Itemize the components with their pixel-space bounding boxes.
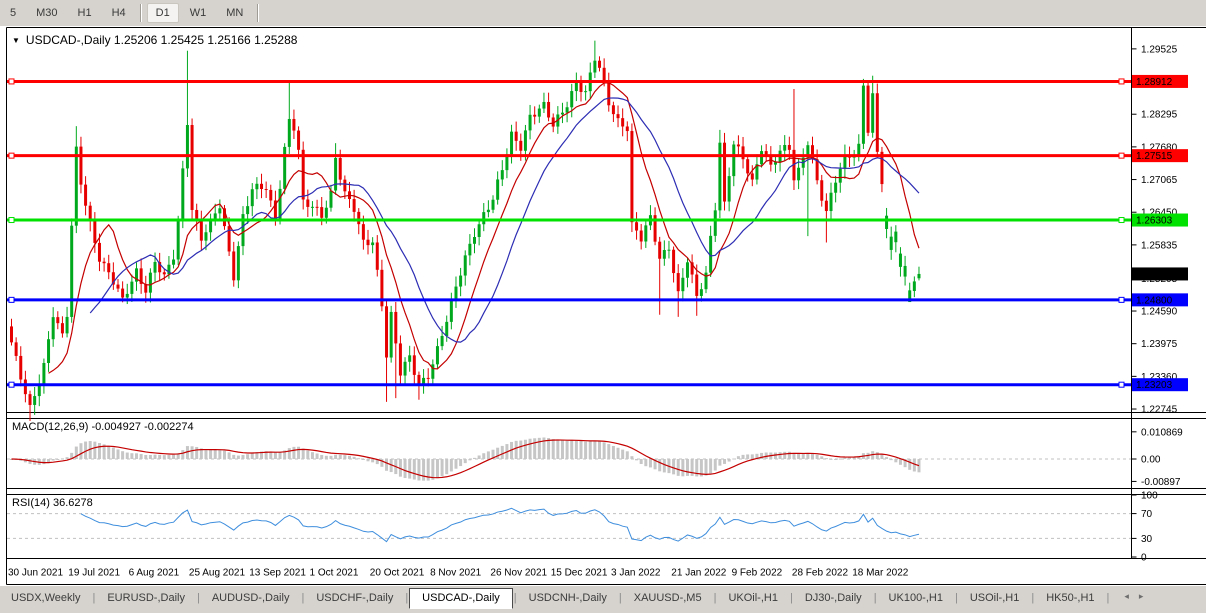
line-handle[interactable] bbox=[1118, 381, 1125, 388]
chart-tab-usoil-h1[interactable]: USOil-,H1 bbox=[959, 589, 1031, 608]
date-label: 8 Nov 2021 bbox=[430, 568, 482, 579]
chart-canvas[interactable]: 1.295251.282951.276801.270651.264501.258… bbox=[0, 26, 1206, 586]
timeframe-button-w1[interactable]: W1 bbox=[181, 3, 216, 23]
chart-tab-xauusd-m5[interactable]: XAUUSD-,M5 bbox=[623, 589, 713, 608]
chart-tab-uk100-h1[interactable]: UK100-,H1 bbox=[878, 589, 954, 608]
chart-tab-dj30-daily[interactable]: DJ30-,Daily bbox=[794, 589, 873, 608]
svg-text:1.27515: 1.27515 bbox=[1136, 151, 1173, 162]
price-chart-plot[interactable] bbox=[10, 40, 921, 421]
svg-text:0.00: 0.00 bbox=[1141, 455, 1161, 466]
macd-panel-plot[interactable] bbox=[7, 437, 1131, 481]
svg-text:1.24800: 1.24800 bbox=[1136, 295, 1173, 306]
svg-text:1.24590: 1.24590 bbox=[1141, 307, 1178, 318]
price-axis[interactable]: 1.295251.282951.276801.270651.264501.258… bbox=[1131, 44, 1189, 416]
svg-text:1.28912: 1.28912 bbox=[1136, 77, 1173, 88]
line-handle[interactable] bbox=[1118, 217, 1125, 224]
horizontal-lines[interactable] bbox=[7, 78, 1131, 388]
date-label: 21 Jan 2022 bbox=[671, 568, 726, 579]
line-handle[interactable] bbox=[8, 152, 15, 159]
date-label: 15 Dec 2021 bbox=[551, 568, 608, 579]
timeframe-button-mn[interactable]: MN bbox=[217, 3, 252, 23]
date-label: 20 Oct 2021 bbox=[370, 568, 425, 579]
svg-text:0: 0 bbox=[1141, 553, 1147, 564]
svg-text:1.29525: 1.29525 bbox=[1141, 44, 1178, 55]
rsi-indicator-label: RSI(14) 36.6278 bbox=[12, 497, 93, 509]
rsi-axis[interactable]: 100 70 30 0 bbox=[1131, 490, 1159, 564]
timeframe-button-m30[interactable]: M30 bbox=[27, 3, 66, 23]
date-label: 25 Aug 2021 bbox=[189, 568, 246, 579]
date-label: 26 Nov 2021 bbox=[490, 568, 547, 579]
svg-text:30: 30 bbox=[1141, 534, 1153, 545]
svg-text:-0.00897: -0.00897 bbox=[1141, 477, 1181, 488]
chart-tab-eurusd-daily[interactable]: EURUSD-,Daily bbox=[96, 589, 196, 608]
line-handle[interactable] bbox=[8, 78, 15, 85]
chart-tab-bar: USDX,Weekly | EURUSD-,Daily | AUDUSD-,Daily |… bbox=[0, 586, 1206, 613]
date-label: 3 Jan 2022 bbox=[611, 568, 661, 579]
chart-window[interactable]: 1.29525 1.28295 1.27680 1.27065 1.26450 1.258… bbox=[0, 26, 1206, 586]
chart-title-text: USDCAD-,Daily 1.25206 1.25425 1.25166 1.… bbox=[25, 33, 298, 47]
date-label: 6 Aug 2021 bbox=[129, 568, 180, 579]
line-handle[interactable] bbox=[8, 381, 15, 388]
line-handle[interactable] bbox=[1118, 296, 1125, 303]
timeframe-button-d1[interactable]: D1 bbox=[146, 3, 179, 23]
timeframe-button-h4[interactable]: H4 bbox=[103, 3, 135, 23]
svg-text:1.23203: 1.23203 bbox=[1136, 380, 1173, 391]
toolbar-separator bbox=[139, 4, 142, 22]
symbol-dropdown-icon[interactable]: ▼ bbox=[12, 36, 20, 45]
date-label: 1 Oct 2021 bbox=[310, 568, 359, 579]
timeframe-toolbar: 5 M30 H1 H4 D1 W1 MN bbox=[0, 0, 1206, 26]
svg-text:1.23975: 1.23975 bbox=[1141, 339, 1178, 350]
chart-tab-usdx-weekly[interactable]: USDX,Weekly bbox=[0, 589, 91, 608]
tab-scroll-left-icon[interactable]: ◂ bbox=[1124, 591, 1129, 602]
svg-text:1.27065: 1.27065 bbox=[1141, 175, 1178, 186]
date-label: 18 Mar 2022 bbox=[852, 568, 909, 579]
tab-scroll-arrows: ◂ ▸ bbox=[1124, 591, 1143, 602]
date-label: 28 Feb 2022 bbox=[792, 568, 849, 579]
toolbar-separator bbox=[257, 4, 260, 22]
timeframe-button-h1[interactable]: H1 bbox=[69, 3, 101, 23]
chart-tab-audusd-daily[interactable]: AUDUSD-,Daily bbox=[201, 589, 301, 608]
svg-text:1.28295: 1.28295 bbox=[1141, 110, 1178, 121]
svg-text:1.26303: 1.26303 bbox=[1136, 216, 1173, 227]
chart-tab-hk50-h1[interactable]: HK50-,H1 bbox=[1035, 589, 1105, 608]
date-label: 19 Jul 2021 bbox=[68, 568, 120, 579]
date-label: 30 Jun 2021 bbox=[8, 568, 63, 579]
line-handle[interactable] bbox=[8, 217, 15, 224]
chart-tab-usdcnh-daily[interactable]: USDCNH-,Daily bbox=[518, 589, 618, 608]
chart-tab-ukoil-h1[interactable]: UKOil-,H1 bbox=[717, 589, 789, 608]
svg-text:70: 70 bbox=[1141, 509, 1153, 520]
date-label: 13 Sep 2021 bbox=[249, 568, 306, 579]
svg-text:100: 100 bbox=[1141, 490, 1158, 501]
macd-indicator-label: MACD(12,26,9) -0.004927 -0.002274 bbox=[12, 421, 194, 433]
chart-tab-usdchf-daily[interactable]: USDCHF-,Daily bbox=[305, 589, 404, 608]
date-label: 9 Feb 2022 bbox=[732, 568, 783, 579]
tab-separator: | bbox=[1106, 592, 1110, 604]
line-handle[interactable] bbox=[8, 296, 15, 303]
rsi-panel-plot[interactable] bbox=[7, 507, 1131, 543]
chart-title: ▼ USDCAD-,Daily 1.25206 1.25425 1.25166 1… bbox=[12, 33, 297, 47]
chart-tab-usdcad-daily[interactable]: USDCAD-,Daily bbox=[409, 587, 513, 609]
svg-text:1.22745: 1.22745 bbox=[1141, 405, 1178, 416]
panel-frames bbox=[6, 27, 1206, 585]
svg-text:0.010869: 0.010869 bbox=[1141, 427, 1183, 438]
tab-scroll-right-icon[interactable]: ▸ bbox=[1139, 591, 1144, 602]
line-handle[interactable] bbox=[1118, 78, 1125, 85]
line-handle[interactable] bbox=[1118, 152, 1125, 159]
current-price-text: 1.25288 bbox=[1136, 269, 1173, 280]
chart-tabs: USDX,Weekly | EURUSD-,Daily | AUDUSD-,Daily |… bbox=[0, 587, 1110, 609]
timeframe-button-5[interactable]: 5 bbox=[1, 3, 25, 23]
mt4-terminal: 5 M30 H1 H4 D1 W1 MN 1.29525 1.28295 1.27680 1.27… bbox=[0, 0, 1206, 613]
svg-text:1.25835: 1.25835 bbox=[1141, 240, 1178, 251]
date-axis[interactable]: 30 Jun 2021 19 Jul 2021 6 Aug 2021 25 Aug 2… bbox=[8, 568, 909, 579]
macd-axis[interactable]: 0.010869 0.00 -0.00897 bbox=[1131, 427, 1184, 488]
